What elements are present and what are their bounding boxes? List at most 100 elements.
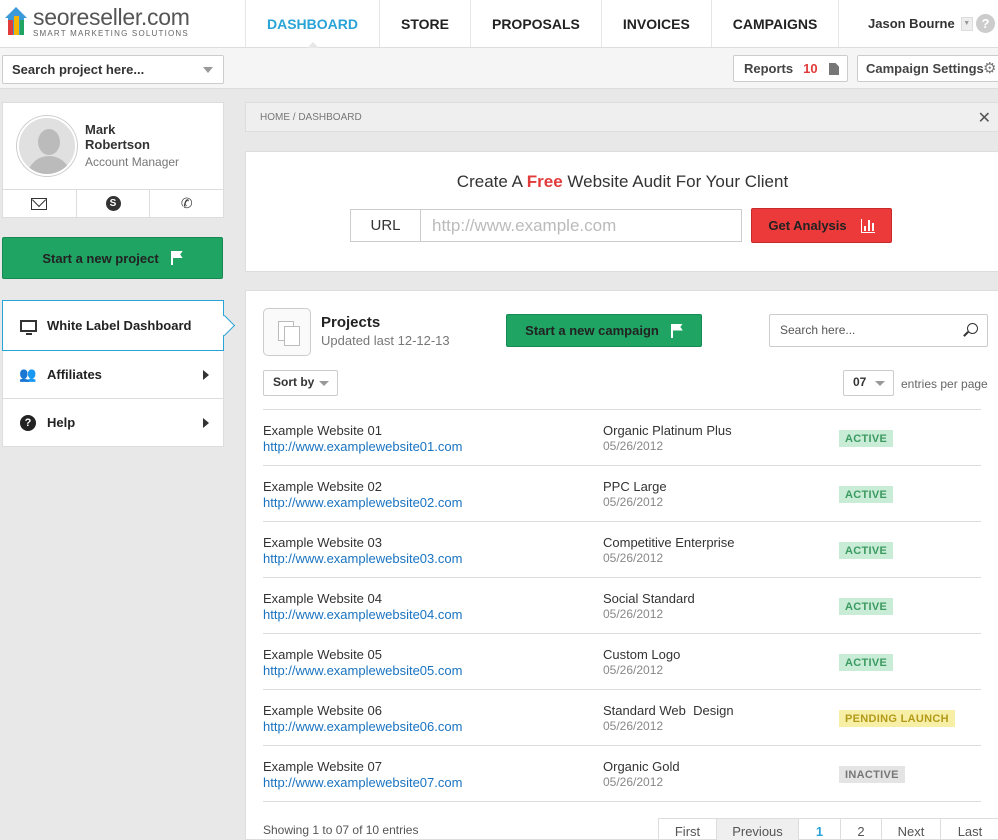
mail-icon [31,197,48,210]
projects-table: Example Website 01 http://www.exampleweb… [263,409,981,802]
plan-date: 05/26/2012 [603,439,664,453]
sidebar-item-affiliates[interactable]: 👥 Affiliates [2,351,224,399]
sidebar-item-label: Affiliates [47,367,102,382]
sort-by-select[interactable]: Sort by [263,370,338,396]
campaign-settings-button[interactable]: Campaign Settings ⚙ [857,55,998,82]
pagination: First Previous 1 2 Next Last [658,818,998,840]
status-badge: ACTIVE [839,430,894,447]
pager-page-1[interactable]: 1 [799,819,841,840]
entries-per-page-select[interactable]: 07 [843,370,894,396]
help-icon[interactable]: ? [976,14,995,33]
audit-title-end: Website Audit For Your Client [562,172,789,191]
start-new-project-button[interactable]: Start a new project [2,237,223,279]
skype-icon: S [105,196,121,211]
manager-name: Mark Robertson [85,122,175,152]
breadcrumb[interactable]: HOME / DASHBOARD [260,112,362,123]
pager-previous[interactable]: Previous [717,819,799,840]
plan-name: Organic Platinum Plus [603,423,732,438]
reports-button[interactable]: Reports 10 [733,55,848,82]
audit-title-highlight: Free [526,172,563,191]
plan-date: 05/26/2012 [603,719,664,733]
status-badge: PENDING LAUNCH [839,710,955,727]
pager-last[interactable]: Last [941,819,998,840]
close-icon[interactable]: ✕ [978,108,991,128]
website-url-link[interactable]: http://www.examplewebsite01.com [263,439,462,454]
website-name: Example Website 02 [263,479,382,494]
plan-date: 05/26/2012 [603,607,664,621]
projects-search-input[interactable]: Search here... [769,314,988,347]
chevron-right-icon [203,370,209,380]
pager-page-2[interactable]: 2 [841,819,882,840]
top-bar: seoreseller.com SMART MARKETING SOLUTION… [0,0,998,48]
plan-name: Standard Web Design [603,703,734,718]
nav-dashboard[interactable]: DASHBOARD [245,0,379,48]
brand-tagline: SMART MARKETING SOLUTIONS [33,29,189,38]
website-name: Example Website 01 [263,423,382,438]
reports-label: Reports [744,61,794,76]
people-icon: 👥 [19,366,37,382]
caret-down-icon [875,381,885,386]
manager-first-name: Mark [85,122,116,137]
website-name: Example Website 07 [263,759,382,774]
house-logo-icon [5,7,27,35]
nav-invoices[interactable]: INVOICES [600,0,711,47]
start-new-campaign-button[interactable]: Start a new campaign [506,314,702,347]
sidebar-item-label: White Label Dashboard [47,318,192,333]
website-url-link[interactable]: http://www.examplewebsite06.com [263,719,462,734]
plan-name: Custom Logo [603,647,681,662]
table-row: Example Website 01 http://www.exampleweb… [263,410,981,466]
start-new-project-label: Start a new project [42,250,159,266]
brand-name: seoreseller.com [33,4,190,30]
website-name: Example Website 05 [263,647,382,662]
nav-campaigns[interactable]: CAMPAIGNS [710,0,840,47]
status-badge: ACTIVE [839,542,894,559]
table-row: Example Website 03 http://www.exampleweb… [263,522,981,578]
main-nav: DASHBOARD STORE PROPOSALS INVOICES CAMPA… [245,0,840,48]
flag-icon [670,323,683,338]
entries-per-page-label: entries per page [901,377,988,391]
monitor-icon [19,319,37,335]
reports-count: 10 [803,61,818,76]
user-menu[interactable]: Jason Bourne ▼ [868,16,973,31]
projects-panel: Projects Updated last 12-12-13 Start a n… [245,290,998,840]
email-button[interactable] [3,190,77,217]
sidebar-menu: White Label Dashboard 👥 Affiliates ? Hel… [2,300,224,447]
plan-date: 05/26/2012 [603,551,664,565]
search-icon[interactable] [967,323,978,334]
table-row: Example Website 04 http://www.exampleweb… [263,578,981,634]
get-analysis-button[interactable]: Get Analysis [751,208,892,243]
skype-button[interactable]: S [77,190,151,217]
pager-next[interactable]: Next [882,819,941,840]
status-badge: ACTIVE [839,654,894,671]
entries-value: 07 [853,375,867,389]
account-manager-card: Mark Robertson Account Manager S ✆ [2,102,224,218]
sidebar-item-white-label-dashboard[interactable]: White Label Dashboard [2,300,224,351]
projects-updated: Updated last 12-12-13 [321,333,450,348]
website-url-link[interactable]: http://www.examplewebsite04.com [263,607,462,622]
phone-button[interactable]: ✆ [150,190,223,217]
get-analysis-label: Get Analysis [768,218,847,233]
plan-date: 05/26/2012 [603,495,664,509]
logo[interactable]: seoreseller.com SMART MARKETING SOLUTION… [4,6,190,38]
projects-search-placeholder: Search here... [780,323,856,337]
plan-name: Organic Gold [603,759,680,774]
breadcrumb-bar: HOME / DASHBOARD ✕ [245,102,998,132]
caret-down-icon [203,67,213,73]
nav-store[interactable]: STORE [379,0,470,47]
website-url-link[interactable]: http://www.examplewebsite07.com [263,775,462,790]
gear-icon: ⚙ [983,60,997,77]
plan-name: Competitive Enterprise [603,535,735,550]
project-search-placeholder: Search project here... [12,62,145,77]
table-row: Example Website 07 http://www.exampleweb… [263,746,981,802]
sidebar-item-help[interactable]: ? Help [2,399,224,447]
website-audit-panel: Create A Free Website Audit For Your Cli… [245,151,998,272]
project-search-select[interactable]: Search project here... [2,55,224,84]
chevron-down-icon[interactable]: ▼ [960,16,973,31]
website-url-link[interactable]: http://www.examplewebsite03.com [263,551,462,566]
nav-proposals[interactable]: PROPOSALS [469,0,601,47]
website-url-link[interactable]: http://www.examplewebsite05.com [263,663,462,678]
website-url-link[interactable]: http://www.examplewebsite02.com [263,495,462,510]
plan-name: Social Standard [603,591,695,606]
pager-first[interactable]: First [659,819,717,840]
url-input[interactable]: http://www.example.com [420,209,742,242]
